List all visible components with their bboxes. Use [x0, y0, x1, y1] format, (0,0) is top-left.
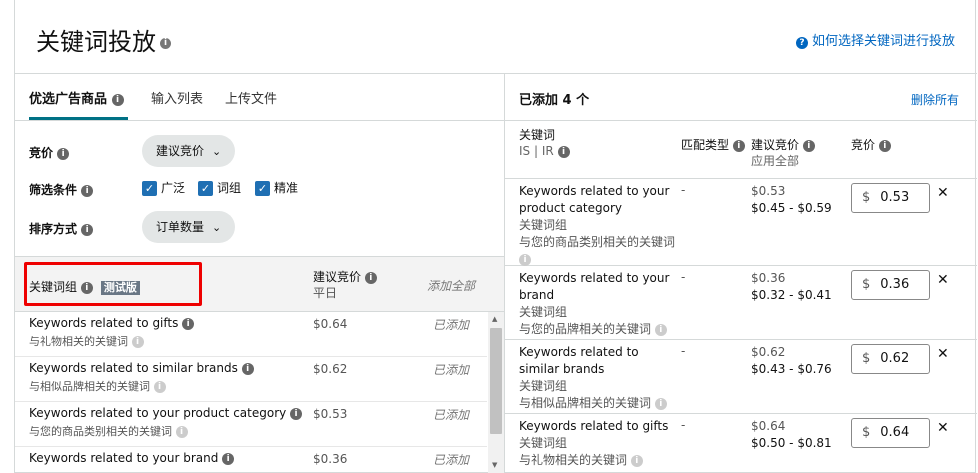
check-icon: ✓ — [198, 181, 213, 196]
info-icon[interactable]: i — [131, 336, 144, 348]
info-icon[interactable]: i — [732, 139, 745, 152]
info-icon[interactable]: i — [222, 452, 235, 465]
table-header: 关键词 IS | IR i 匹配类型 i 建议竞价 i 应用全部 竞价 i — [505, 121, 977, 179]
col-suggested-bid: 建议竞价 i 应用全部 — [751, 137, 815, 169]
scroll-down-icon[interactable]: ▼ — [492, 461, 497, 469]
info-icon[interactable]: i — [654, 323, 667, 336]
scroll-up-icon[interactable]: ▲ — [492, 315, 497, 323]
bid-input[interactable]: $0.62 — [851, 344, 930, 374]
info-icon[interactable]: i — [630, 454, 643, 467]
suggested-bid-header: 建议竞价 i 平日 — [313, 269, 377, 301]
bid-label: 竞价 i — [29, 144, 70, 161]
list-item: Keywords related to similar brands i 与相似… — [15, 357, 487, 402]
suggestions-header: 关键词组 i 测试版 建议竞价 i 平日 添加全部 — [15, 256, 504, 312]
added-status: 已添加 — [433, 453, 470, 467]
table-row: Keywords related to your brand 关键词组 与您的品牌相… — [505, 266, 977, 340]
added-count: 已添加 4 个 — [519, 93, 590, 108]
info-icon[interactable]: i — [241, 362, 254, 375]
sort-select[interactable]: 订单数量 ⌄ — [142, 211, 236, 243]
tab-upload-file[interactable]: 上传文件 — [225, 88, 277, 107]
list-item: Keywords related to your brand i $0.36 已… — [15, 447, 487, 473]
keyword-targeting-panel: 关键词投放 i ? 如何选择关键词进行投放 优选广告商品 i 输入列表 上传文件 竞… — [14, 0, 977, 473]
tab-enter-list[interactable]: 输入列表 — [151, 88, 203, 107]
tab-suggested-products[interactable]: 优选广告商品 i — [29, 88, 124, 107]
info-icon[interactable]: i — [57, 147, 70, 160]
help-link[interactable]: ? 如何选择关键词进行投放 — [795, 30, 955, 49]
checkbox-phrase[interactable]: ✓ 词组 — [198, 179, 241, 196]
info-icon[interactable]: i — [153, 381, 166, 393]
filter-section: 竞价 i 建议竞价 ⌄ 筛选条件 i ✓ 广泛 ✓ 词组 ✓ 精准 排序方式 i 订单数… — [15, 121, 504, 256]
bid-input[interactable]: $0.53 — [851, 183, 930, 213]
chevron-down-icon: ⌄ — [212, 221, 222, 234]
info-icon[interactable]: i — [111, 93, 124, 106]
info-icon[interactable]: i — [654, 397, 667, 410]
scrollbar[interactable]: ▲ ▼ — [488, 312, 504, 473]
info-icon[interactable]: i — [175, 426, 188, 438]
apply-all-link[interactable]: 应用全部 — [751, 154, 799, 168]
page-title: 关键词投放 i — [36, 22, 171, 57]
added-status: 已添加 — [433, 318, 470, 332]
bid-input[interactable]: $0.64 — [851, 418, 930, 448]
keyword-group-label: 关键词组 i 测试版 — [29, 278, 140, 295]
bid-input[interactable]: $0.36 — [851, 270, 930, 300]
filter-label: 筛选条件 i — [29, 181, 94, 198]
info-icon[interactable]: i — [160, 37, 171, 49]
scrollbar-thumb[interactable] — [490, 328, 502, 434]
check-icon: ✓ — [255, 181, 270, 196]
close-icon[interactable]: ✕ — [937, 272, 949, 288]
added-header: 已添加 4 个 删除所有 — [505, 74, 977, 121]
added-keywords-panel: 已添加 4 个 删除所有 关键词 IS | IR i 匹配类型 i 建议竞价 i应… — [505, 74, 977, 473]
close-icon[interactable]: ✕ — [937, 420, 949, 436]
table-row: Keywords related to similar brands 关键词组 与相… — [505, 340, 977, 414]
suggestions-panel: 优选广告商品 i 输入列表 上传文件 竞价 i 建议竞价 ⌄ 筛选条件 i ✓ 广泛… — [15, 74, 505, 473]
info-icon[interactable]: i — [81, 184, 94, 197]
list-item: Keywords related to gifts i 与礼物相关的关键词 i … — [15, 312, 487, 357]
info-icon[interactable]: i — [802, 139, 815, 152]
check-icon: ✓ — [142, 181, 157, 196]
close-icon[interactable]: ✕ — [937, 185, 949, 201]
info-icon[interactable]: i — [557, 145, 570, 158]
sort-label: 排序方式 i — [29, 220, 94, 237]
added-status: 已添加 — [433, 363, 470, 377]
close-icon[interactable]: ✕ — [937, 346, 949, 362]
info-icon[interactable]: i — [182, 317, 195, 330]
bid-select[interactable]: 建议竞价 ⌄ — [142, 135, 236, 167]
col-keyword: 关键词 IS | IR i — [519, 127, 570, 159]
active-tab-indicator — [29, 117, 128, 120]
col-bid: 竞价 i — [851, 137, 891, 153]
info-icon[interactable]: i — [290, 407, 303, 420]
beta-badge: 测试版 — [100, 281, 140, 295]
info-icon[interactable]: i — [519, 253, 531, 266]
added-status: 已添加 — [433, 408, 470, 422]
table-row: Keywords related to your product categor… — [505, 179, 977, 266]
checkbox-broad[interactable]: ✓ 广泛 — [142, 179, 185, 196]
info-icon[interactable]: i — [81, 223, 94, 236]
tab-bar: 优选广告商品 i 输入列表 上传文件 — [15, 74, 504, 121]
info-icon[interactable]: i — [364, 271, 377, 284]
list-item: Keywords related to your product categor… — [15, 402, 487, 447]
chevron-down-icon: ⌄ — [212, 145, 222, 158]
add-all-button[interactable]: 添加全部 — [427, 277, 475, 294]
col-match-type: 匹配类型 i — [681, 137, 745, 153]
panel-header: 关键词投放 i ? 如何选择关键词进行投放 — [15, 0, 977, 74]
suggestion-list: Keywords related to gifts i 与礼物相关的关键词 i … — [15, 312, 504, 473]
checkbox-exact[interactable]: ✓ 精准 — [255, 179, 298, 196]
table-row: Keywords related to gifts 关键词组 与礼物相关的关键词 i… — [519, 418, 949, 467]
info-icon[interactable]: i — [80, 281, 93, 294]
info-icon[interactable]: i — [878, 139, 891, 152]
remove-all-button[interactable]: 删除所有 — [911, 91, 959, 108]
question-icon: ? — [795, 37, 808, 49]
